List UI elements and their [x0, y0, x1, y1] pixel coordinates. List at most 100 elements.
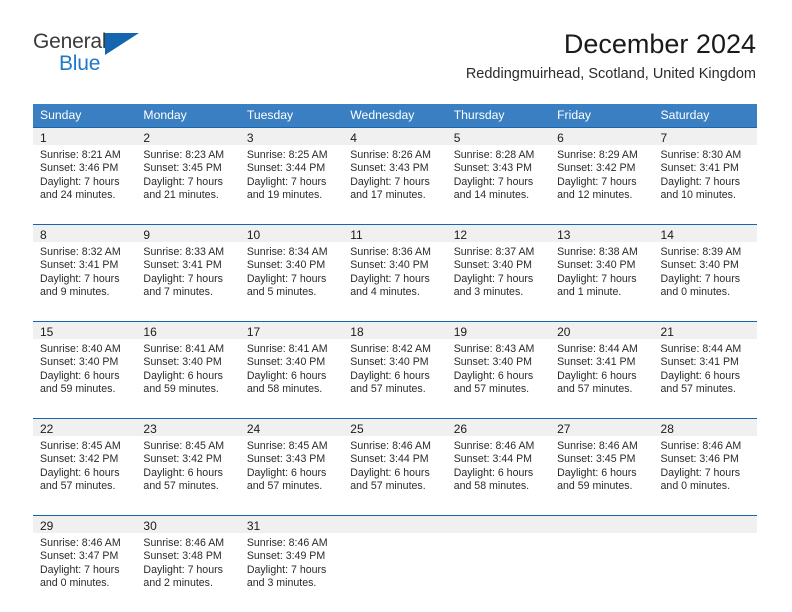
calendar-day-cell[interactable]: 29 Sunrise: 8:46 AM Sunset: 3:47 PM Dayligh… [33, 515, 137, 605]
sunrise-time: Sunrise: 8:36 AM [350, 246, 431, 258]
calendar-day-cell[interactable]: 19 Sunrise: 8:43 AM Sunset: 3:40 PM Dayligh… [446, 321, 551, 411]
calendar-day-cell[interactable]: 15 Sunrise: 8:40 AM Sunset: 3:40 PM Dayligh… [33, 321, 137, 411]
day-details [447, 533, 550, 537]
day-number-band: 14 [653, 225, 757, 242]
sunset-time: Sunset: 3:43 PM [453, 162, 533, 175]
day-number: 16 [143, 325, 157, 339]
sunset-time: Sunset: 3:40 PM [350, 259, 429, 272]
day-cell-inner: 11 Sunrise: 8:36 AM Sunset: 3:40 PM Dayligh… [343, 224, 447, 314]
daylight-duration-line1: Daylight: 7 hours [246, 563, 327, 576]
logo-text-general-row: General [33, 31, 183, 55]
calendar-day-cell[interactable] [446, 515, 551, 605]
day-details: Sunrise: 8:25 AM Sunset: 3:44 PM Daylight:… [240, 145, 343, 203]
day-number-band: 15 [33, 322, 137, 339]
calendar-day-cell[interactable]: 4 Sunrise: 8:26 AM Sunset: 3:43 PM Daylight… [343, 127, 447, 217]
calendar-day-cell[interactable]: 17 Sunrise: 8:41 AM Sunset: 3:40 PM Dayligh… [239, 321, 344, 411]
daylight-duration-line2: and 3 minutes. [246, 577, 317, 590]
day-number: 7 [660, 131, 668, 145]
day-number-band: 3 [239, 128, 344, 145]
day-number: 1 [40, 131, 47, 145]
day-number-band: 30 [136, 516, 240, 533]
day-details: Sunrise: 8:37 AM Sunset: 3:40 PM Daylight:… [447, 242, 550, 300]
general-blue-logo[interactable]: General Blue [33, 31, 183, 79]
day-number: 29 [40, 519, 54, 533]
day-number-band: 2 [136, 128, 240, 145]
calendar-day-cell[interactable] [550, 515, 654, 605]
sunrise-time: Sunrise: 8:45 AM [40, 440, 121, 452]
day-number-band: 19 [446, 322, 551, 339]
daylight-duration-line2: and 57 minutes. [660, 383, 736, 396]
calendar-day-cell[interactable]: 11 Sunrise: 8:36 AM Sunset: 3:40 PM Dayligh… [343, 224, 447, 314]
sunrise-time: Sunrise: 8:25 AM [246, 149, 328, 161]
calendar-day-cell[interactable]: 31 Sunrise: 8:46 AM Sunset: 3:49 PM Dayligh… [239, 515, 344, 605]
calendar-day-cell[interactable]: 16 Sunrise: 8:41 AM Sunset: 3:40 PM Dayligh… [136, 321, 240, 411]
calendar-day-cell[interactable]: 14 Sunrise: 8:39 AM Sunset: 3:40 PM Dayligh… [653, 224, 757, 314]
daylight-duration-line2: and 0 minutes. [660, 286, 731, 299]
day-number: 21 [660, 325, 674, 339]
calendar-day-cell[interactable]: 20 Sunrise: 8:44 AM Sunset: 3:41 PM Dayligh… [550, 321, 654, 411]
sunset-time: Sunset: 3:40 PM [557, 259, 636, 272]
day-cell-inner: 7 Sunrise: 8:30 AM Sunset: 3:41 PM Daylight… [653, 127, 757, 217]
day-number-band: 6 [550, 128, 654, 145]
day-details: Sunrise: 8:30 AM Sunset: 3:41 PM Daylight:… [654, 145, 757, 203]
calendar-day-cell[interactable]: 28 Sunrise: 8:46 AM Sunset: 3:46 PM Dayligh… [653, 418, 757, 508]
calendar-day-cell[interactable]: 12 Sunrise: 8:37 AM Sunset: 3:40 PM Dayligh… [446, 224, 551, 314]
sunset-time: Sunset: 3:42 PM [40, 453, 119, 466]
day-number: 3 [246, 131, 254, 145]
calendar-day-cell[interactable]: 26 Sunrise: 8:46 AM Sunset: 3:44 PM Dayligh… [446, 418, 551, 508]
day-number: 4 [350, 131, 357, 145]
sunrise-time: Sunrise: 8:41 AM [143, 343, 225, 355]
daylight-duration-line2: and 21 minutes. [143, 189, 219, 202]
calendar-day-cell[interactable]: 25 Sunrise: 8:46 AM Sunset: 3:44 PM Dayligh… [343, 418, 447, 508]
day-number-band: 22 [33, 419, 137, 436]
calendar-page: General Blue December 2024 Reddingmuirhe… [0, 0, 792, 612]
calendar-day-cell[interactable]: 23 Sunrise: 8:45 AM Sunset: 3:42 PM Dayligh… [136, 418, 240, 508]
sunrise-time: Sunrise: 8:44 AM [557, 343, 638, 355]
calendar-day-cell[interactable]: 13 Sunrise: 8:38 AM Sunset: 3:40 PM Dayligh… [550, 224, 654, 314]
calendar-day-cell[interactable]: 6 Sunrise: 8:29 AM Sunset: 3:42 PM Daylight… [550, 127, 654, 217]
daylight-duration-line1: Daylight: 7 hours [143, 272, 223, 285]
day-number-band [446, 516, 551, 533]
calendar-day-cell[interactable]: 9 Sunrise: 8:33 AM Sunset: 3:41 PM Daylight… [136, 224, 240, 314]
calendar-day-cell[interactable]: 18 Sunrise: 8:42 AM Sunset: 3:40 PM Dayligh… [343, 321, 447, 411]
day-cell-inner: 18 Sunrise: 8:42 AM Sunset: 3:40 PM Dayligh… [343, 321, 447, 411]
day-number: 8 [40, 228, 47, 242]
day-details: Sunrise: 8:23 AM Sunset: 3:45 PM Daylight:… [136, 145, 239, 203]
daylight-duration-line1: Daylight: 7 hours [660, 466, 741, 479]
daylight-duration-line2: and 5 minutes. [246, 286, 317, 299]
calendar-day-cell[interactable]: 1 Sunrise: 8:21 AM Sunset: 3:46 PM Daylight… [33, 127, 137, 217]
sunset-time: Sunset: 3:49 PM [246, 550, 326, 563]
calendar-day-cell[interactable]: 30 Sunrise: 8:46 AM Sunset: 3:48 PM Dayligh… [136, 515, 240, 605]
calendar-day-cell[interactable]: 21 Sunrise: 8:44 AM Sunset: 3:41 PM Dayligh… [653, 321, 757, 411]
calendar-day-cell[interactable]: 8 Sunrise: 8:32 AM Sunset: 3:41 PM Daylight… [33, 224, 137, 314]
day-details: Sunrise: 8:38 AM Sunset: 3:40 PM Daylight:… [550, 242, 653, 300]
daylight-duration-line1: Daylight: 7 hours [143, 175, 223, 188]
calendar-day-cell[interactable]: 27 Sunrise: 8:46 AM Sunset: 3:45 PM Dayligh… [550, 418, 654, 508]
calendar-day-cell[interactable] [343, 515, 447, 605]
daylight-duration-line2: and 17 minutes. [350, 189, 426, 202]
sunrise-time: Sunrise: 8:26 AM [350, 149, 431, 161]
day-details [654, 533, 757, 537]
daylight-duration-line2: and 0 minutes. [40, 577, 110, 590]
calendar-day-cell[interactable]: 22 Sunrise: 8:45 AM Sunset: 3:42 PM Dayligh… [33, 418, 137, 508]
day-cell-inner: 12 Sunrise: 8:37 AM Sunset: 3:40 PM Dayligh… [446, 224, 551, 314]
calendar-day-cell[interactable]: 3 Sunrise: 8:25 AM Sunset: 3:44 PM Daylight… [239, 127, 344, 217]
weekday-header-sunday: Sunday [33, 104, 137, 127]
day-number-band: 12 [446, 225, 551, 242]
calendar-day-cell[interactable] [653, 515, 757, 605]
calendar-day-cell[interactable]: 2 Sunrise: 8:23 AM Sunset: 3:45 PM Daylight… [136, 127, 240, 217]
calendar-day-cell[interactable]: 5 Sunrise: 8:28 AM Sunset: 3:43 PM Daylight… [446, 127, 551, 217]
sunset-time: Sunset: 3:41 PM [660, 162, 739, 175]
daylight-duration-line2: and 9 minutes. [40, 286, 110, 299]
daylight-duration-line1: Daylight: 6 hours [557, 466, 637, 479]
calendar-day-cell[interactable]: 10 Sunrise: 8:34 AM Sunset: 3:40 PM Dayligh… [239, 224, 344, 314]
sunset-time: Sunset: 3:40 PM [40, 356, 119, 369]
day-number: 13 [557, 228, 571, 242]
calendar-day-cell[interactable]: 7 Sunrise: 8:30 AM Sunset: 3:41 PM Daylight… [653, 127, 757, 217]
calendar-day-cell[interactable]: 24 Sunrise: 8:45 AM Sunset: 3:43 PM Dayligh… [239, 418, 344, 508]
logo-triangle-icon [105, 33, 139, 55]
day-cell-inner: 9 Sunrise: 8:33 AM Sunset: 3:41 PM Daylight… [136, 224, 240, 314]
day-number: 28 [660, 422, 674, 436]
day-number-band [550, 516, 654, 533]
day-number: 15 [40, 325, 54, 339]
